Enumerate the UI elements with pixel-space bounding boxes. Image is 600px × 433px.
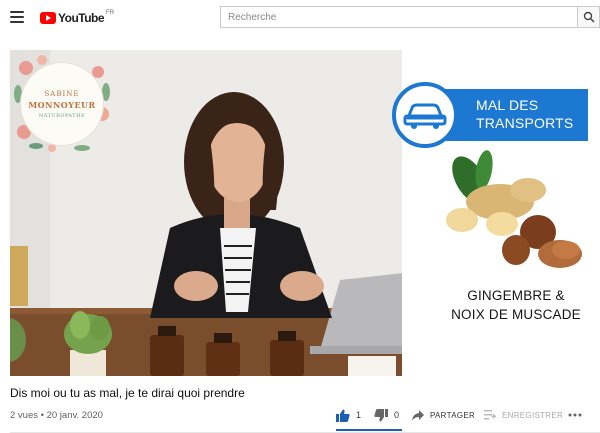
banner-text: MAL DES TRANSPORTS xyxy=(476,97,574,131)
brand-subtitle: NATUROPATHE xyxy=(38,112,86,119)
product-caption-line2: NOIX DE MUSCADE xyxy=(451,307,581,322)
transport-banner: MAL DES TRANSPORTS xyxy=(392,82,588,148)
video-meta: 2 vues • 20 janv. 2020 xyxy=(10,410,103,421)
logo-country: FR xyxy=(106,10,115,16)
like-button[interactable]: 1 xyxy=(336,404,361,426)
brand-circle: SABINE MONNOYEUR NATUROPATHE xyxy=(20,62,104,146)
logo-text: YouTube xyxy=(58,11,105,25)
brand-last-name: MONNOYEUR xyxy=(28,99,96,110)
thumb-down-icon xyxy=(374,408,388,421)
top-bar: YouTube FR xyxy=(0,0,600,36)
share-button[interactable]: PARTAGER xyxy=(412,404,475,426)
video-player[interactable]: SABINE MONNOYEUR NATUROPATHE xyxy=(10,50,430,376)
car-icon-circle xyxy=(392,82,458,148)
like-active-indicator xyxy=(336,429,402,431)
search-input[interactable] xyxy=(221,7,577,28)
brand-first-name: SABINE xyxy=(44,89,80,98)
dislike-button[interactable]: 0 xyxy=(374,404,399,426)
product-caption: GINGEMBRE & NOIX DE MUSCADE xyxy=(432,286,600,324)
video-actions: 1 0 PARTAGER ENREGISTRER xyxy=(336,404,600,426)
more-horizontal-icon xyxy=(568,413,582,417)
save-button[interactable]: ENREGISTRER xyxy=(484,404,563,426)
save-label: ENREGISTRER xyxy=(502,410,564,420)
search-button[interactable] xyxy=(577,6,600,28)
youtube-logo[interactable]: YouTube FR xyxy=(40,10,114,26)
car-icon xyxy=(403,103,447,129)
video-title: Dis moi ou tu as mal, je te dirai quoi p… xyxy=(10,386,245,400)
more-actions-button[interactable] xyxy=(568,404,582,426)
playlist-add-icon xyxy=(484,410,496,420)
brand-badge: SABINE MONNOYEUR NATUROPATHE xyxy=(12,54,112,154)
dislike-count: 0 xyxy=(394,410,400,420)
ginger-nutmeg-illustration xyxy=(446,150,582,268)
hamburger-icon[interactable] xyxy=(10,11,24,23)
search-icon xyxy=(583,11,595,23)
youtube-play-icon xyxy=(40,12,56,24)
product-caption-line1: GINGEMBRE & xyxy=(467,288,565,303)
thumb-up-icon xyxy=(336,409,350,422)
search-box xyxy=(220,6,577,28)
share-icon xyxy=(412,409,424,421)
share-label: PARTAGER xyxy=(430,410,476,420)
like-count: 1 xyxy=(356,410,362,420)
